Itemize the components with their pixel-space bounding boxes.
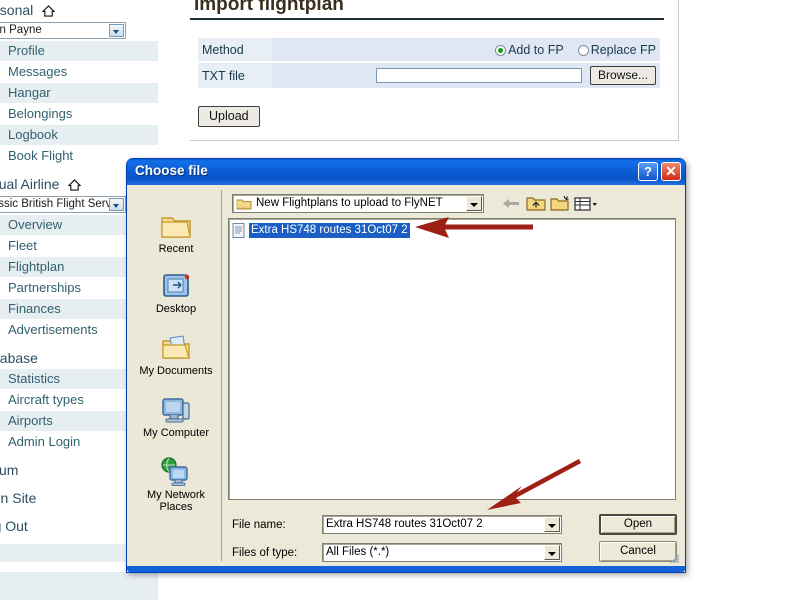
personal-user-select-value: John Payne [0, 24, 42, 36]
folder-icon [236, 197, 252, 210]
personal-user-select[interactable]: John Payne [0, 22, 126, 39]
form-row-txt-file: TXT file Browse... [198, 62, 660, 90]
places-bar: Recent Desktop My Documents My Computer … [131, 190, 222, 561]
sidebar-item-forum[interactable]: Forum [0, 462, 18, 478]
desktop-icon [159, 270, 193, 302]
look-in-combobox[interactable]: New Flightplans to upload to FlyNET [232, 194, 484, 213]
method-label: Method [198, 38, 272, 63]
file-name-combobox[interactable]: Extra HS748 routes 31Oct07 2 [322, 515, 562, 534]
up-one-level-icon[interactable] [525, 193, 547, 214]
chevron-down-icon[interactable] [466, 196, 482, 211]
sidebar-section-title: Personal [0, 2, 34, 18]
open-button[interactable]: Open [599, 514, 677, 535]
sidebar-item-belongings[interactable]: Belongings [0, 104, 158, 125]
txt-file-controls: Browse... [272, 62, 660, 90]
place-label: My Documents [139, 365, 213, 377]
chevron-down-icon[interactable] [544, 517, 560, 532]
files-of-type-value: All Files (*.*) [326, 546, 390, 558]
sidebar-item-logbook[interactable]: Logbook [0, 125, 158, 146]
resize-grip[interactable] [668, 551, 680, 563]
file-name-label-static: File name: [232, 519, 286, 531]
views-icon[interactable] [573, 193, 597, 214]
place-my-network-places[interactable]: My Network Places [131, 456, 221, 513]
screenshot-root: Personal John Payne Profile Messages Han… [0, 0, 800, 600]
chevron-down-icon[interactable] [109, 198, 124, 211]
home-icon[interactable] [67, 178, 82, 191]
radio-add-to-fp[interactable] [495, 44, 507, 56]
file-name-label: Extra HS748 routes 31Oct07 2 [249, 222, 410, 238]
sidebar-section-title: Virtual Airline [0, 176, 60, 192]
form-row-method: Method Add to FP Replace FP [198, 38, 660, 63]
place-recent[interactable]: Recent [131, 210, 221, 255]
place-label: Desktop [155, 303, 197, 315]
upload-button[interactable]: Upload [198, 106, 260, 127]
txt-file-label: TXT file [198, 62, 272, 90]
sidebar-item-profile[interactable]: Profile [0, 41, 158, 62]
radio-replace-fp[interactable] [577, 44, 589, 56]
sidebar-item-main-site[interactable]: Main Site [0, 490, 36, 506]
file-name-value: Extra HS748 routes 31Oct07 2 [326, 518, 483, 530]
sidebar-section-title: Database [0, 350, 38, 366]
method-options: Add to FP Replace FP [272, 38, 660, 63]
new-folder-icon[interactable] [549, 193, 571, 214]
help-button[interactable]: ? [638, 162, 658, 181]
recent-icon [159, 210, 193, 242]
sidebar-item-messages[interactable]: Messages [0, 62, 158, 83]
content-right-divider [678, 0, 679, 140]
txt-file-input[interactable] [375, 68, 582, 83]
text-file-icon [232, 222, 245, 238]
place-my-computer[interactable]: My Computer [131, 394, 221, 439]
sidebar-item-hangar[interactable]: Hangar [0, 83, 158, 104]
virtual-airline-select-value: Classic British Flight Servic [0, 198, 120, 210]
place-label: My Computer [142, 427, 210, 439]
content-bottom-divider [190, 140, 679, 141]
my-documents-icon [159, 332, 193, 364]
close-glyph: ✕ [665, 163, 677, 179]
sidebar-filler-row [0, 572, 158, 600]
place-label: My Network Places [146, 489, 206, 513]
file-list[interactable]: Extra HS748 routes 31Oct07 2 [228, 218, 676, 500]
my-computer-icon [159, 394, 193, 426]
home-icon[interactable] [41, 4, 56, 17]
import-flightplan-form: Method Add to FP Replace FP TXT file Brow… [198, 38, 660, 90]
place-label: Recent [158, 243, 194, 255]
list-item[interactable]: Extra HS748 routes 31Oct07 2 [232, 222, 410, 238]
my-network-places-icon [159, 456, 193, 488]
virtual-airline-select[interactable]: Classic British Flight Servic [0, 196, 126, 213]
back-icon[interactable] [500, 193, 522, 214]
dialog-title: Choose file [135, 163, 208, 178]
place-my-documents[interactable]: My Documents [131, 332, 221, 377]
browse-button[interactable]: Browse... [589, 66, 656, 85]
chevron-down-icon[interactable] [109, 24, 124, 37]
close-icon[interactable]: ✕ [661, 162, 681, 181]
cancel-button[interactable]: Cancel [599, 541, 677, 562]
place-desktop[interactable]: Desktop [131, 270, 221, 315]
sidebar-item-log-out[interactable]: Log Out [0, 518, 28, 534]
sidebar-section-personal: Personal [0, 0, 158, 21]
main-content: Import flightplan Method Add to FP Replac… [190, 0, 670, 127]
files-of-type-combobox[interactable]: All Files (*.*) [322, 543, 562, 562]
dialog-title-bar[interactable]: Choose file ? ✕ [127, 159, 685, 186]
radio-add-to-fp-label: Add to FP [508, 42, 564, 57]
radio-replace-fp-label: Replace FP [590, 42, 656, 57]
chevron-down-icon[interactable] [544, 545, 560, 560]
look-in-value: New Flightplans to upload to FlyNET [256, 197, 443, 209]
dialog-bottom-edge [127, 566, 685, 572]
page-title: Import flightplan [190, 0, 664, 20]
files-of-type-label-static: Files of type: [232, 547, 298, 559]
